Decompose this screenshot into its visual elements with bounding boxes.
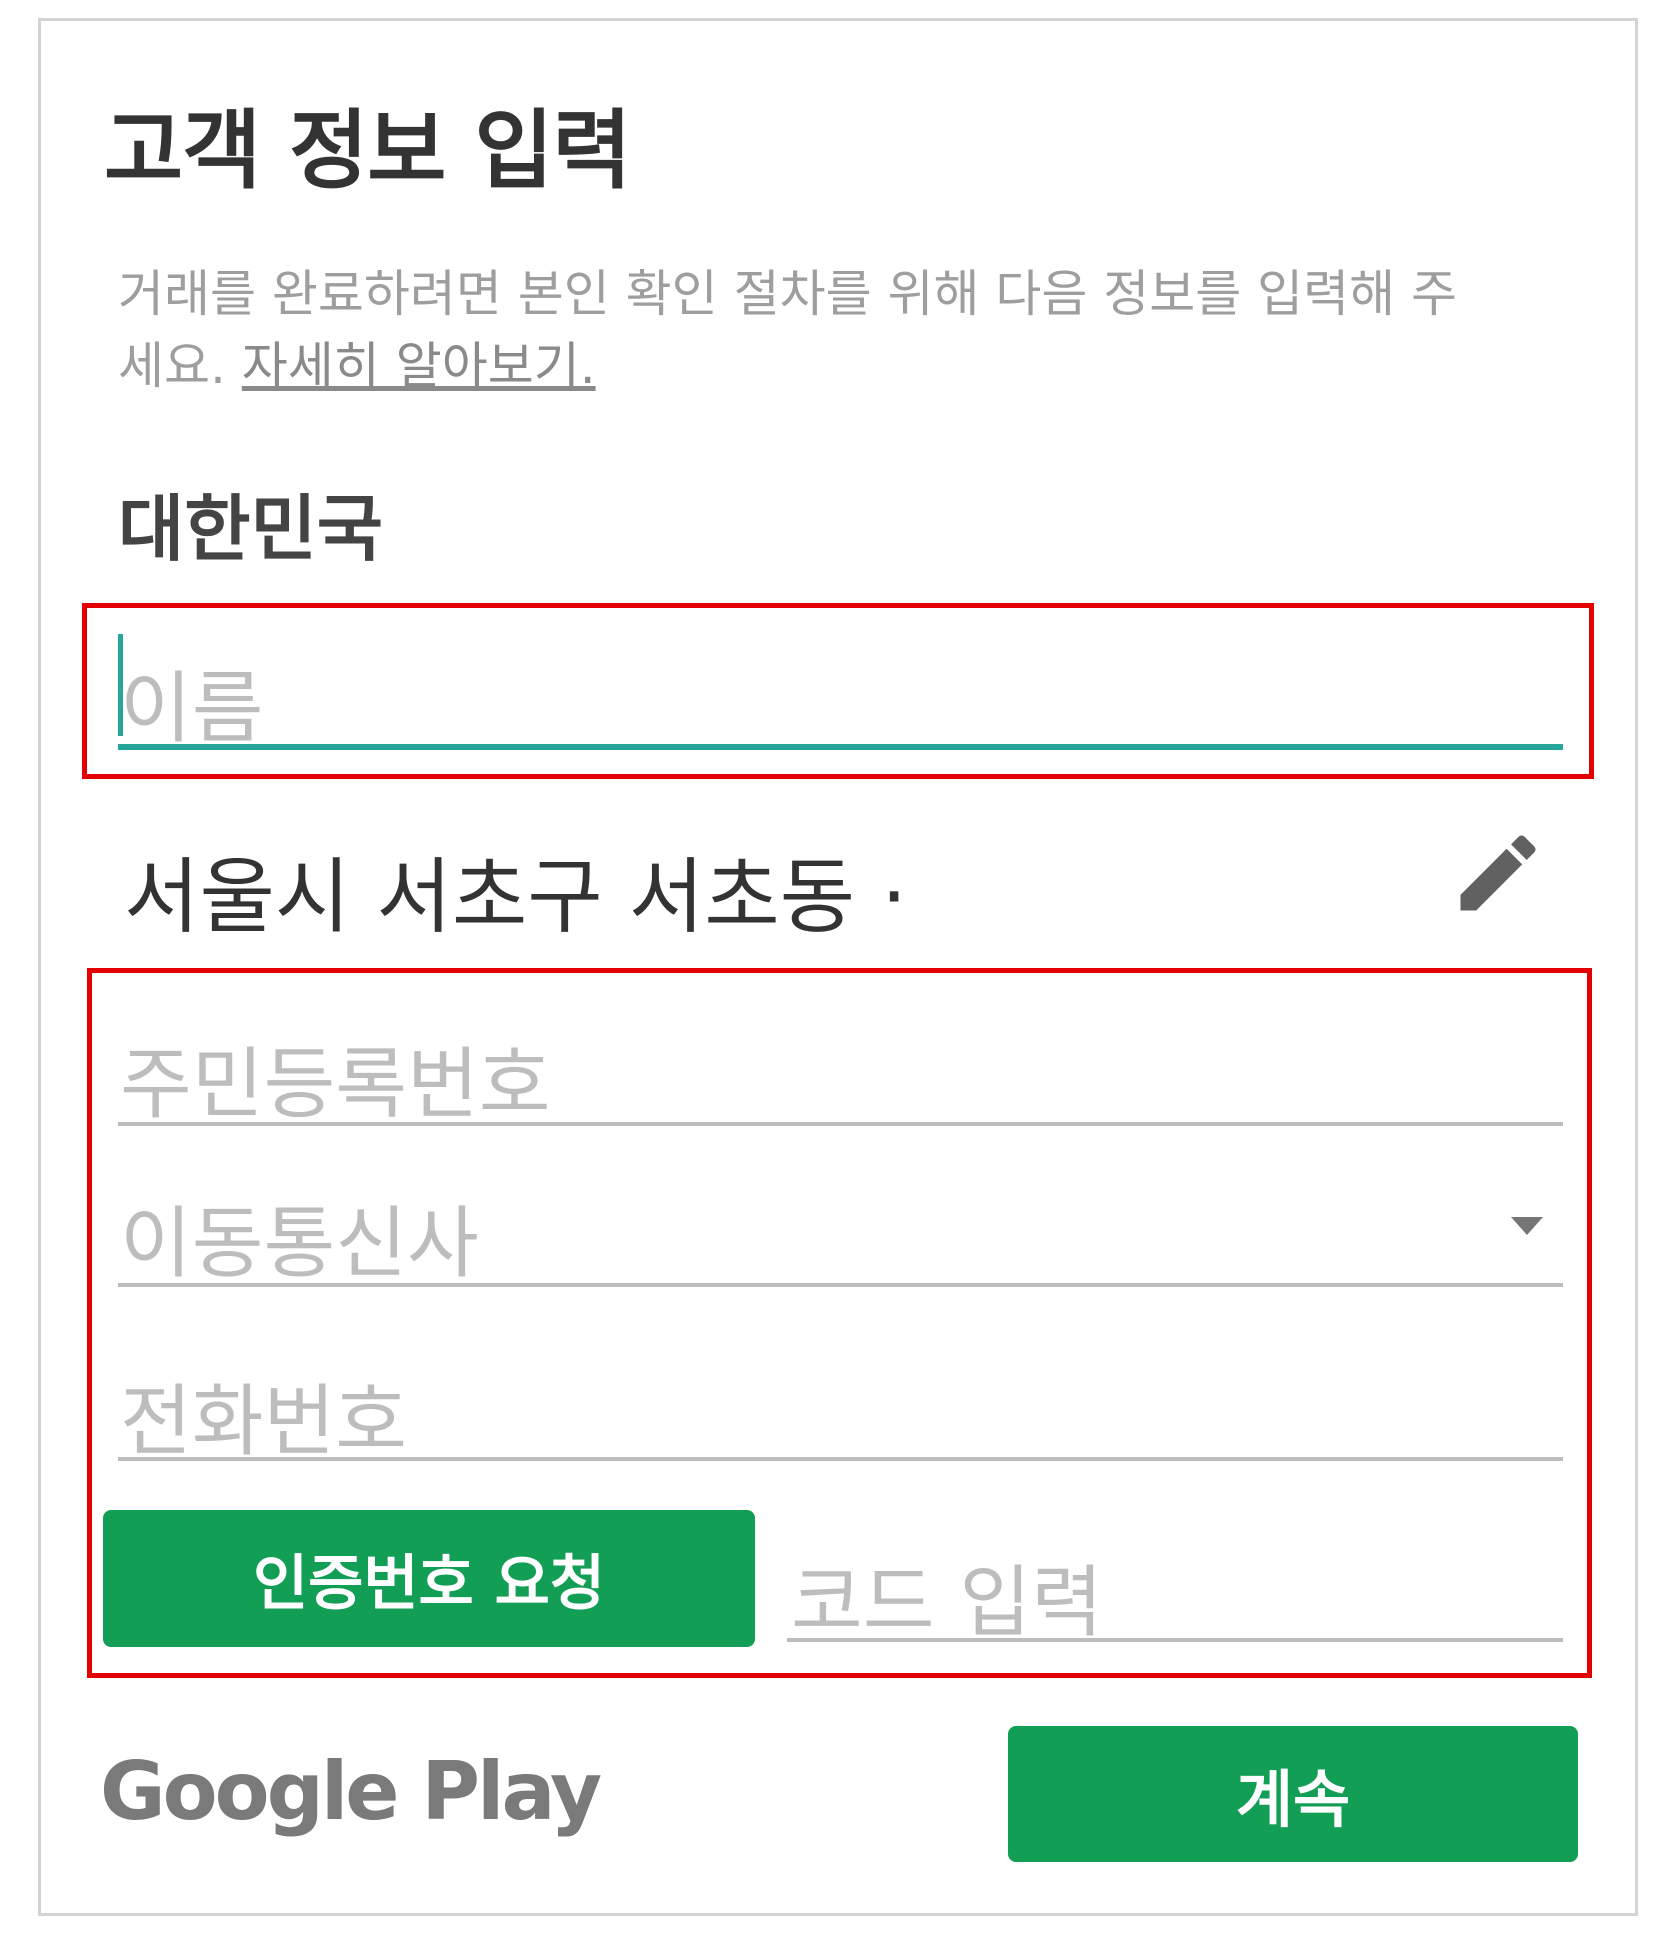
phone-number-input[interactable]: 전화번호 [118,1325,1563,1467]
address-text: 서울시 서초구 서초동 · [124,850,908,945]
name-placeholder: 이름 [120,664,264,754]
phone-placeholder: 전화번호 [120,1377,408,1467]
dropdown-arrow-icon[interactable] [1511,1217,1543,1235]
name-input[interactable]: 이름 [118,622,1563,754]
carrier-select[interactable]: 이동통신사 [118,1165,1563,1289]
learn-more-link[interactable]: 자세히 알아보기. [242,337,596,395]
google-play-logo: Google Play [100,1745,602,1838]
code-input[interactable]: 코드 입력 [787,1510,1563,1648]
dialog-description: 거래를 완료하려면 본인 확인 절차를 위해 다음 정보를 입력해 주세요. 자… [118,258,1498,402]
country-label: 대한민국 [118,487,383,571]
continue-button[interactable]: 계속 [1008,1726,1578,1862]
dialog-title: 고객 정보 입력 [104,101,632,201]
resident-number-placeholder: 주민등록번호 [120,1040,551,1130]
resident-number-input[interactable]: 주민등록번호 [118,1000,1563,1130]
carrier-placeholder: 이동통신사 [120,1199,479,1289]
request-code-button[interactable]: 인증번호 요청 [103,1510,755,1647]
code-placeholder: 코드 입력 [791,1558,1103,1648]
edit-pencil-icon[interactable] [1448,818,1548,928]
